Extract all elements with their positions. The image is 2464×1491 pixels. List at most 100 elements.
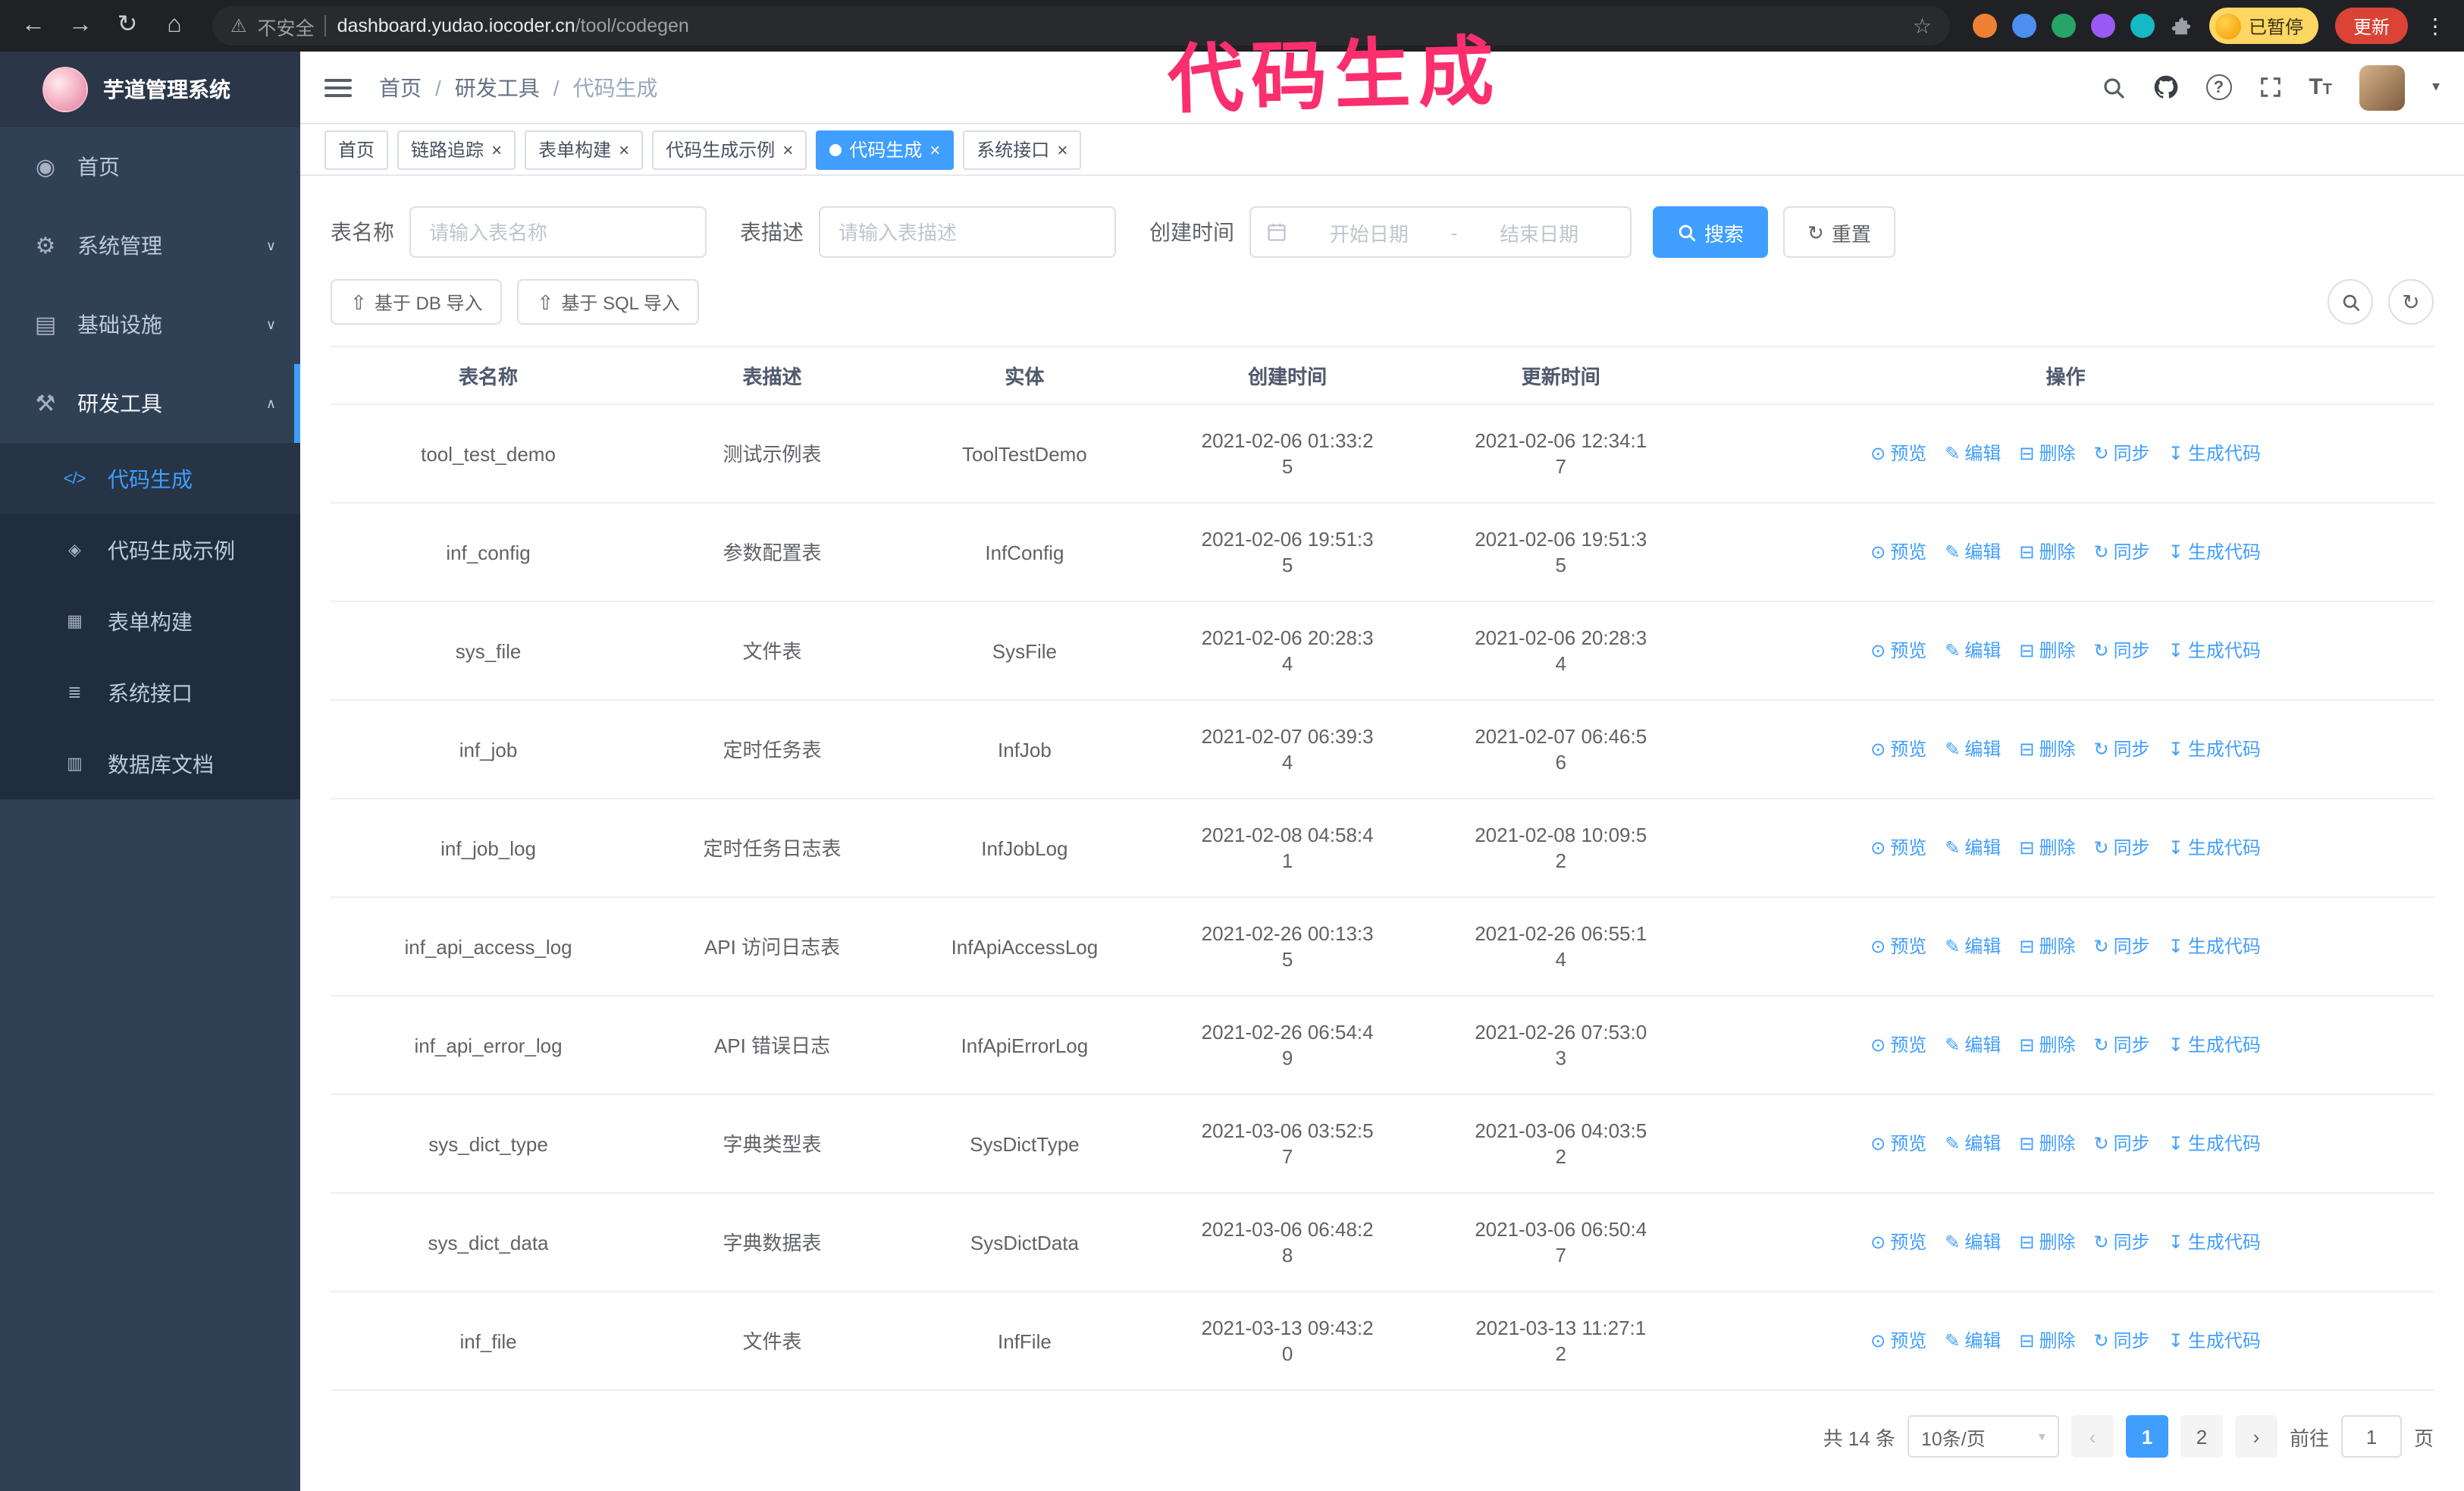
- tab-tracing[interactable]: 链路追踪 ×: [397, 130, 516, 169]
- fullscreen-icon[interactable]: [2259, 76, 2281, 99]
- edit-link[interactable]: ✎ 编辑: [1945, 441, 2001, 466]
- page-button-1[interactable]: 1: [2125, 1415, 2168, 1458]
- generate-code-link[interactable]: ↧ 生成代码: [2168, 441, 2261, 466]
- tab-codegen[interactable]: 代码生成 ×: [816, 130, 955, 169]
- delete-link[interactable]: ⊟ 删除: [2019, 1032, 2075, 1058]
- table-desc-input[interactable]: [819, 206, 1116, 258]
- preview-link[interactable]: ⊙ 预览: [1870, 835, 1926, 861]
- breadcrumb-devtools[interactable]: 研发工具: [455, 72, 540, 102]
- generate-code-link[interactable]: ↧ 生成代码: [2168, 1032, 2261, 1058]
- edit-link[interactable]: ✎ 编辑: [1945, 736, 2001, 762]
- edit-link[interactable]: ✎ 编辑: [1945, 539, 2001, 565]
- extension-icon[interactable]: [2090, 14, 2115, 38]
- github-icon[interactable]: [2152, 74, 2178, 100]
- generate-code-link[interactable]: ↧ 生成代码: [2168, 1328, 2261, 1354]
- tab-codegen-demo[interactable]: 代码生成示例 ×: [652, 130, 807, 169]
- sync-link[interactable]: ↻ 同步: [2094, 539, 2150, 565]
- sidebar-item-form-builder[interactable]: ▦ 表单构建: [0, 585, 300, 657]
- preview-link[interactable]: ⊙ 预览: [1870, 638, 1926, 664]
- security-label[interactable]: 不安全: [258, 11, 315, 40]
- font-size-icon[interactable]: TT: [2309, 74, 2332, 100]
- tab-form-builder[interactable]: 表单构建 ×: [525, 130, 644, 169]
- edit-link[interactable]: ✎ 编辑: [1945, 1131, 2001, 1157]
- sync-link[interactable]: ↻ 同步: [2094, 736, 2150, 762]
- close-icon[interactable]: ×: [619, 140, 629, 159]
- user-avatar[interactable]: [2359, 64, 2405, 110]
- generate-code-link[interactable]: ↧ 生成代码: [2168, 638, 2261, 664]
- close-icon[interactable]: ×: [929, 140, 940, 159]
- preview-link[interactable]: ⊙ 预览: [1870, 736, 1926, 762]
- preview-link[interactable]: ⊙ 预览: [1870, 1032, 1926, 1058]
- home-icon[interactable]: ⌂: [159, 13, 190, 38]
- extension-icon[interactable]: [2011, 14, 2036, 38]
- delete-link[interactable]: ⊟ 删除: [2019, 835, 2075, 861]
- preview-link[interactable]: ⊙ 预览: [1870, 441, 1926, 466]
- sync-link[interactable]: ↻ 同步: [2094, 638, 2150, 664]
- page-size-select[interactable]: 10条/页 ▾: [1907, 1415, 2059, 1458]
- sidebar-item-system[interactable]: ⚙ 系统管理 ∨: [0, 206, 300, 285]
- delete-link[interactable]: ⊟ 删除: [2019, 1328, 2075, 1354]
- close-icon[interactable]: ×: [491, 140, 502, 159]
- preview-link[interactable]: ⊙ 预览: [1870, 1131, 1926, 1157]
- browser-menu-icon[interactable]: ⋮: [2425, 13, 2446, 39]
- edit-link[interactable]: ✎ 编辑: [1945, 638, 2001, 664]
- delete-link[interactable]: ⊟ 删除: [2019, 736, 2075, 762]
- sidebar-item-codegen[interactable]: </> 代码生成: [0, 443, 300, 514]
- bookmark-star-icon[interactable]: ☆: [1913, 13, 1932, 39]
- avatar-caret-icon[interactable]: ▾: [2432, 79, 2440, 96]
- profile-paused-badge[interactable]: 已暂停: [2209, 8, 2318, 44]
- sync-link[interactable]: ↻ 同步: [2094, 835, 2150, 861]
- chrome-update-button[interactable]: 更新: [2334, 8, 2408, 44]
- generate-code-link[interactable]: ↧ 生成代码: [2168, 835, 2261, 861]
- sidebar-item-devtools[interactable]: ⚒ 研发工具 ∧: [0, 364, 300, 443]
- preview-link[interactable]: ⊙ 预览: [1870, 1229, 1926, 1255]
- generate-code-link[interactable]: ↧ 生成代码: [2168, 539, 2261, 565]
- prev-page-button[interactable]: ‹: [2071, 1415, 2114, 1458]
- help-icon[interactable]: ?: [2205, 74, 2232, 100]
- delete-link[interactable]: ⊟ 删除: [2019, 441, 2075, 466]
- start-date-placeholder[interactable]: 开始日期: [1293, 218, 1445, 246]
- page-button-2[interactable]: 2: [2180, 1415, 2223, 1458]
- generate-code-link[interactable]: ↧ 生成代码: [2168, 736, 2261, 762]
- app-logo[interactable]: 芋道管理系统: [0, 52, 300, 127]
- address-bar[interactable]: ⚠ 不安全 dashboard.yudao.iocoder.cn/tool/co…: [212, 6, 1950, 46]
- tab-home[interactable]: 首页: [324, 130, 389, 169]
- edit-link[interactable]: ✎ 编辑: [1945, 1229, 2001, 1255]
- edit-link[interactable]: ✎ 编辑: [1945, 835, 2001, 861]
- reload-icon[interactable]: ↻: [112, 13, 143, 38]
- edit-link[interactable]: ✎ 编辑: [1945, 1328, 2001, 1354]
- sidebar-item-home[interactable]: ◉ 首页: [0, 127, 300, 206]
- goto-page-input[interactable]: [2340, 1415, 2402, 1458]
- refresh-table-button[interactable]: ↻: [2388, 279, 2434, 325]
- next-page-button[interactable]: ›: [2234, 1415, 2277, 1458]
- extensions-puzzle-icon[interactable]: [2170, 14, 2193, 37]
- edit-link[interactable]: ✎ 编辑: [1945, 1032, 2001, 1058]
- delete-link[interactable]: ⊟ 删除: [2019, 539, 2075, 565]
- edit-link[interactable]: ✎ 编辑: [1945, 934, 2001, 959]
- toggle-search-button[interactable]: [2328, 279, 2373, 325]
- generate-code-link[interactable]: ↧ 生成代码: [2168, 1229, 2261, 1255]
- import-sql-button[interactable]: ⇧ 基于 SQL 导入: [517, 279, 700, 325]
- date-range-picker[interactable]: 开始日期 - 结束日期: [1249, 206, 1632, 258]
- sidebar-item-api[interactable]: ≣ 系统接口: [0, 657, 300, 728]
- sync-link[interactable]: ↻ 同步: [2094, 1328, 2150, 1354]
- close-icon[interactable]: ×: [782, 140, 793, 159]
- back-icon[interactable]: ←: [18, 13, 49, 38]
- delete-link[interactable]: ⊟ 删除: [2019, 1131, 2075, 1157]
- delete-link[interactable]: ⊟ 删除: [2019, 934, 2075, 959]
- sync-link[interactable]: ↻ 同步: [2094, 1131, 2150, 1157]
- extension-icon[interactable]: [2051, 14, 2076, 38]
- sidebar-item-infra[interactable]: ▤ 基础设施 ∨: [0, 285, 300, 364]
- sidebar-item-codegen-demo[interactable]: ◈ 代码生成示例: [0, 514, 300, 585]
- hamburger-icon[interactable]: [324, 78, 352, 96]
- search-icon[interactable]: [2101, 75, 2125, 99]
- preview-link[interactable]: ⊙ 预览: [1870, 1328, 1926, 1354]
- sync-link[interactable]: ↻ 同步: [2094, 1229, 2150, 1255]
- table-name-input[interactable]: [409, 206, 707, 258]
- sync-link[interactable]: ↻ 同步: [2094, 441, 2150, 466]
- generate-code-link[interactable]: ↧ 生成代码: [2168, 1131, 2261, 1157]
- forward-icon[interactable]: →: [65, 13, 96, 38]
- tab-api[interactable]: 系统接口 ×: [963, 130, 1082, 169]
- generate-code-link[interactable]: ↧ 生成代码: [2168, 934, 2261, 959]
- url-text[interactable]: dashboard.yudao.iocoder.cn/tool/codegen: [337, 15, 689, 36]
